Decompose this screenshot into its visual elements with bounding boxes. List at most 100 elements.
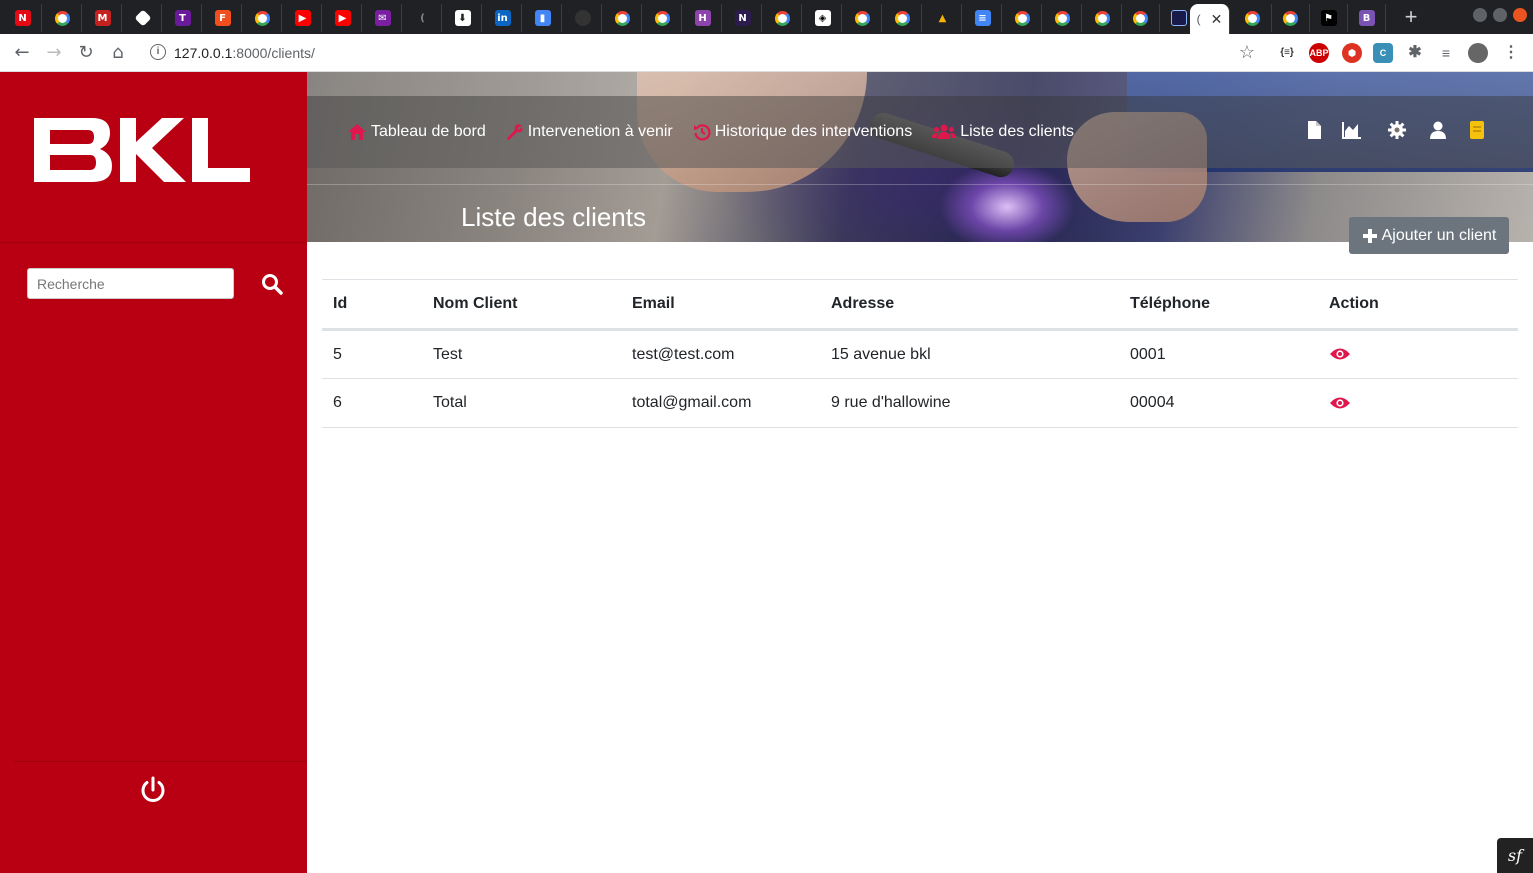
sidebar-divider <box>0 242 307 243</box>
file-icon[interactable] <box>1304 120 1324 140</box>
maximize-icon[interactable] <box>1493 8 1507 22</box>
google-icon <box>1015 10 1030 26</box>
search-input[interactable] <box>27 268 234 299</box>
tab-google[interactable] <box>44 4 82 32</box>
google-icon <box>775 10 790 26</box>
google-icon <box>615 10 630 26</box>
tab-google-9[interactable] <box>1044 4 1082 32</box>
tab-figma[interactable]: F <box>204 4 242 32</box>
tab-youtube-2[interactable]: ▶ <box>324 4 362 32</box>
t-icon: T <box>174 10 191 26</box>
nav-item-label: Liste des clients <box>960 123 1075 140</box>
note-icon[interactable] <box>1467 120 1487 140</box>
url-text[interactable]: 127.0.0.1:8000/clients/ <box>174 45 315 61</box>
header-nom-client: Nom Client <box>422 279 621 331</box>
tab-audio[interactable]: ( <box>404 4 442 32</box>
site-info-icon[interactable]: i <box>150 44 166 60</box>
tab-google-7[interactable] <box>884 4 922 32</box>
json-extension-icon[interactable]: {≡} <box>1277 43 1297 63</box>
user-icon[interactable] <box>1428 120 1448 140</box>
page-title: Liste des clients <box>461 202 646 232</box>
view-eye-icon[interactable] <box>1329 347 1351 361</box>
tab-docs[interactable]: ≡ <box>964 4 1002 32</box>
nav-item-label: Historique des interventions <box>714 123 913 140</box>
new-tab-button[interactable]: + <box>1398 4 1424 30</box>
tab-google-13[interactable] <box>1272 4 1310 32</box>
tab-white[interactable]: ⬇ <box>444 4 482 32</box>
view-eye-icon[interactable] <box>1329 396 1351 410</box>
youtube-icon: ▶ <box>294 10 311 26</box>
shield-extension-icon[interactable]: ⬢ <box>1342 43 1362 63</box>
tab-youtube[interactable]: ▶ <box>284 4 322 32</box>
adblock-icon[interactable]: ABP <box>1309 43 1329 63</box>
table-row: 5 Test test@test.com 15 avenue bkl 0001 <box>322 329 1518 379</box>
tab-flag[interactable]: ⚑ <box>1310 4 1348 32</box>
google-icon <box>55 10 70 26</box>
nav-item-history[interactable]: Historique des interventions <box>693 123 912 141</box>
symfony-toolbar-icon[interactable]: sf <box>1497 838 1533 873</box>
forward-icon[interactable]: → <box>41 40 67 66</box>
tab-codepen[interactable]: ◈ <box>804 4 842 32</box>
tab-google-3[interactable] <box>604 4 642 32</box>
tab-n[interactable]: N <box>724 4 762 32</box>
nav-item-dashboard[interactable]: Tableau de bord <box>347 123 486 141</box>
nav-item-upcoming[interactable]: Intervenetion à venir <box>506 123 673 141</box>
tab-purple[interactable]: T <box>164 4 202 32</box>
add-client-button[interactable]: Ajouter un client <box>1349 217 1509 254</box>
mail-icon: ✉ <box>374 10 391 26</box>
tab-google-11[interactable] <box>1122 4 1160 32</box>
clients-table: Id Nom Client Email Adresse Téléphone Ac… <box>322 279 1518 428</box>
tab-bootstrap[interactable]: B <box>1348 4 1386 32</box>
tab-google-2[interactable] <box>244 4 282 32</box>
tab-diamond[interactable] <box>124 4 162 32</box>
tab-google-5[interactable] <box>764 4 802 32</box>
tab-active-clients[interactable]: ( ✕ <box>1190 4 1230 34</box>
google-icon <box>895 10 910 26</box>
add-client-label: Ajouter un client <box>1381 226 1497 244</box>
bookmark-star-icon[interactable]: ☆ <box>1239 42 1255 63</box>
tab-google-12[interactable] <box>1234 4 1272 32</box>
tab-netflix[interactable]: N <box>4 4 42 32</box>
tab-h[interactable]: H <box>684 4 722 32</box>
google-icon <box>1245 10 1260 26</box>
tab-shapes[interactable]: ▲ <box>924 4 962 32</box>
power-icon[interactable] <box>138 775 168 805</box>
tab-google-8[interactable] <box>1004 4 1042 32</box>
header-email: Email <box>621 279 820 331</box>
tab-google-4[interactable] <box>644 4 682 32</box>
home-icon[interactable]: ⌂ <box>105 40 131 66</box>
nav-item-label: Tableau de bord <box>371 123 486 140</box>
h-icon: H <box>694 10 711 26</box>
tab-mail[interactable]: ✉ <box>364 4 402 32</box>
top-nav: Tableau de bord Intervenetion à venir Hi… <box>347 120 1094 144</box>
minimize-icon[interactable] <box>1473 8 1487 22</box>
cell-nom: Total <box>422 378 621 428</box>
nav-item-clients[interactable]: Liste des clients <box>932 123 1074 141</box>
tab-analytics[interactable]: ▮ <box>524 4 562 32</box>
tab-close-icon[interactable]: ✕ <box>1211 11 1223 28</box>
tab-linkedin[interactable]: in <box>484 4 522 32</box>
table-row: 6 Total total@gmail.com 9 rue d'hallowin… <box>322 378 1518 428</box>
menu-icon[interactable]: ⋮ <box>1501 43 1521 63</box>
chart-area-icon[interactable] <box>1342 120 1362 140</box>
profile-avatar[interactable] <box>1468 43 1488 63</box>
reload-icon[interactable]: ↻ <box>73 40 99 66</box>
tab-google-10[interactable] <box>1084 4 1122 32</box>
window-close-icon[interactable] <box>1513 8 1527 22</box>
puzzle-icon[interactable]: ✱ <box>1405 43 1425 63</box>
tab-dark[interactable] <box>564 4 602 32</box>
tab-gmail[interactable]: M <box>84 4 122 32</box>
google-icon <box>1095 10 1110 26</box>
wrench-icon <box>506 124 523 140</box>
media-icon[interactable]: ≡ <box>1436 43 1456 63</box>
back-icon[interactable]: ← <box>9 40 35 66</box>
gear-icon[interactable] <box>1387 120 1407 140</box>
address-bar[interactable]: i 127.0.0.1:8000/clients/ ☆ <box>140 38 1265 68</box>
extension-c-icon[interactable]: C <box>1373 43 1393 63</box>
figma-icon: F <box>214 10 231 26</box>
tab-google-6[interactable] <box>844 4 882 32</box>
shapes-icon: ▲ <box>938 12 947 24</box>
header-telephone: Téléphone <box>1119 279 1318 331</box>
search-icon[interactable] <box>260 272 284 296</box>
loading-icon: ( <box>1196 12 1201 26</box>
